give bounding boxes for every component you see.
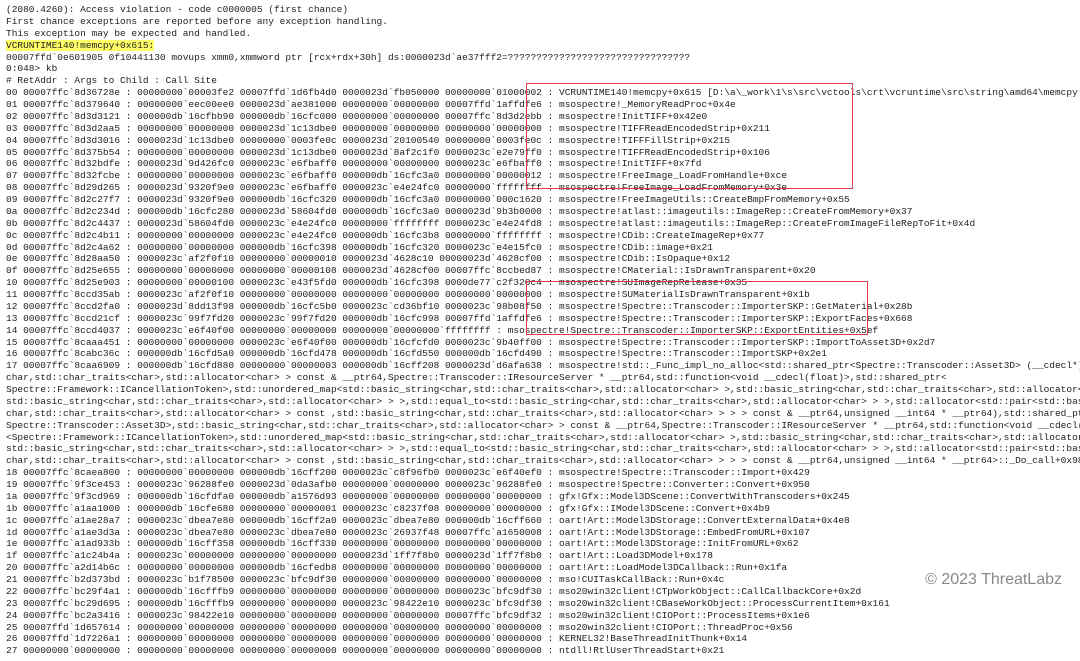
- stack-row: 00 00007ffc`8d36728e : 00000000`00003fe2…: [6, 87, 1074, 99]
- stack-row: 27 00000000`00000000 : 00000000`00000000…: [6, 645, 1074, 657]
- hdr-line: 00007ffd`0e601905 0f10441130 movups xmm0…: [6, 52, 1074, 64]
- template-line: Spectre::Framework::ICancellationToken>,…: [6, 384, 1074, 396]
- stack-row: 01 00007ffc`8d379640 : 00000000`eec00ee0…: [6, 99, 1074, 111]
- stack-row: 21 00007ffc`b2d373bd : 0000023c`b1f78500…: [6, 574, 1074, 586]
- stack-row: 04 00007ffc`8d3d3016 : 0000023d`1c13dbe0…: [6, 135, 1074, 147]
- prompt-line: 0:048> kb: [6, 63, 1074, 75]
- stack-row: 07 00007ffc`8d32fcbe : 00000000`00000000…: [6, 170, 1074, 182]
- stack-row: 23 00007ffc`bc29d695 : 000000db`16cfffb9…: [6, 598, 1074, 610]
- stack-row: 06 00007ffc`8d32bdfe : 0000023d`9d426fc0…: [6, 158, 1074, 170]
- hdr-line: (2080.4260): Access violation - code c00…: [6, 4, 1074, 16]
- stack-row: 20 00007ffc`a2d14b6c : 00000000`00000000…: [6, 562, 1074, 574]
- watermark: © 2023 ThreatLabz: [925, 570, 1062, 590]
- hdr-line: This exception may be expected and handl…: [6, 28, 1074, 40]
- stack-row: 09 00007ffc`8d2c27f7 : 0000023d`9320f9e0…: [6, 194, 1074, 206]
- stack-row: 1f 00007ffc`a1c24b4a : 0000023c`00000000…: [6, 550, 1074, 562]
- stack-row: 1d 00007ffc`a1ae3d3a : 0000023c`dbea7e80…: [6, 527, 1074, 539]
- stack-row: 0e 00007ffc`8d28aa50 : 0000023c`af2f0f10…: [6, 253, 1074, 265]
- stack-row: 11 00007ffc`8ccd35ab : 0000023c`af2f0f10…: [6, 289, 1074, 301]
- stack-row: 25 00007ffd`1d657614 : 00000000`00000000…: [6, 622, 1074, 634]
- stack-row: 1e 00007ffc`a1ad933b : 000000db`16cff358…: [6, 538, 1074, 550]
- stack-row: 10 00007ffc`8d25e903 : 00000000`00000100…: [6, 277, 1074, 289]
- template-line: std::basic_string<char,std::char_traits<…: [6, 443, 1074, 455]
- stack-row: 0c 00007ffc`8d2c4b11 : 00000000`00000000…: [6, 230, 1074, 242]
- stack-row: 14 00007ffc`8ccd4037 : 0000023c`e6f40f00…: [6, 325, 1074, 337]
- stack-row: 18 00007ffc`8caea800 : 00000000`00000000…: [6, 467, 1074, 479]
- hdr-line: First chance exceptions are reported bef…: [6, 16, 1074, 28]
- hdr-highlight: VCRUNTIME140!memcpy+0x615:: [6, 40, 1074, 52]
- stack-row: 15 00007ffc`8caaa451 : 00000000`00000000…: [6, 337, 1074, 349]
- stack-row: 0b 00007ffc`8d2c4437 : 0000023d`58604fd0…: [6, 218, 1074, 230]
- stack-row: 02 00007ffc`8d3d3121 : 000000db`16cfbb90…: [6, 111, 1074, 123]
- stack-row: 17 00007ffc`8caa6909 : 000000db`16cfd880…: [6, 360, 1074, 372]
- stack-row: 1b 00007ffc`a1aa1000 : 000000db`16cfe680…: [6, 503, 1074, 515]
- stack-row: 0f 00007ffc`8d25e655 : 00000000`00000000…: [6, 265, 1074, 277]
- columns-header: # RetAddr : Args to Child : Call Site: [6, 75, 1074, 87]
- stack-row: 1c 00007ffc`a1ae28a7 : 0000023c`dbea7e80…: [6, 515, 1074, 527]
- stack-row: 0d 00007ffc`8d2c4a62 : 00000000`00000000…: [6, 242, 1074, 254]
- stack-row: 24 00007ffc`bc2a3416 : 0000023c`98422e10…: [6, 610, 1074, 622]
- stack-row: 12 00007ffc`8ccd2fa0 : 0000023d`8dd13f98…: [6, 301, 1074, 313]
- template-line: <Spectre::Framework::ICancellationToken>…: [6, 432, 1074, 444]
- template-line: char,std::char_traits<char>,std::allocat…: [6, 372, 1074, 384]
- stack-row: 19 00007ffc`9f3ce453 : 0000023c`96288fe0…: [6, 479, 1074, 491]
- template-line: char,std::char_traits<char>,std::allocat…: [6, 455, 1074, 467]
- stack-row: 16 00007ffc`8cabc36c : 000000db`16cfd5a0…: [6, 348, 1074, 360]
- stack-row: 0a 00007ffc`8d2c234d : 000000db`16cfc280…: [6, 206, 1074, 218]
- stack-row: 03 00007ffc`8d3d2aa5 : 00000000`00000000…: [6, 123, 1074, 135]
- stack-row: 1a 00007ffc`9f3cd969 : 000000db`16cfdfa0…: [6, 491, 1074, 503]
- stack-row: 26 00007ffd`1d7226a1 : 00000000`00000000…: [6, 633, 1074, 645]
- stack-row: 05 00007ffc`8d375b54 : 00000000`00000000…: [6, 147, 1074, 159]
- stack-row: 13 00007ffc`8ccd21cf : 0000023c`99f7fd20…: [6, 313, 1074, 325]
- template-line: std::basic_string<char,std::char_traits<…: [6, 396, 1074, 408]
- stack-row: 08 00007ffc`8d29d265 : 0000023d`9320f9e0…: [6, 182, 1074, 194]
- debugger-output: (2080.4260): Access violation - code c00…: [0, 0, 1080, 661]
- template-line: Spectre::Transcoder::Asset3D>,std::basic…: [6, 420, 1074, 432]
- template-line: char,std::char_traits<char>,std::allocat…: [6, 408, 1074, 420]
